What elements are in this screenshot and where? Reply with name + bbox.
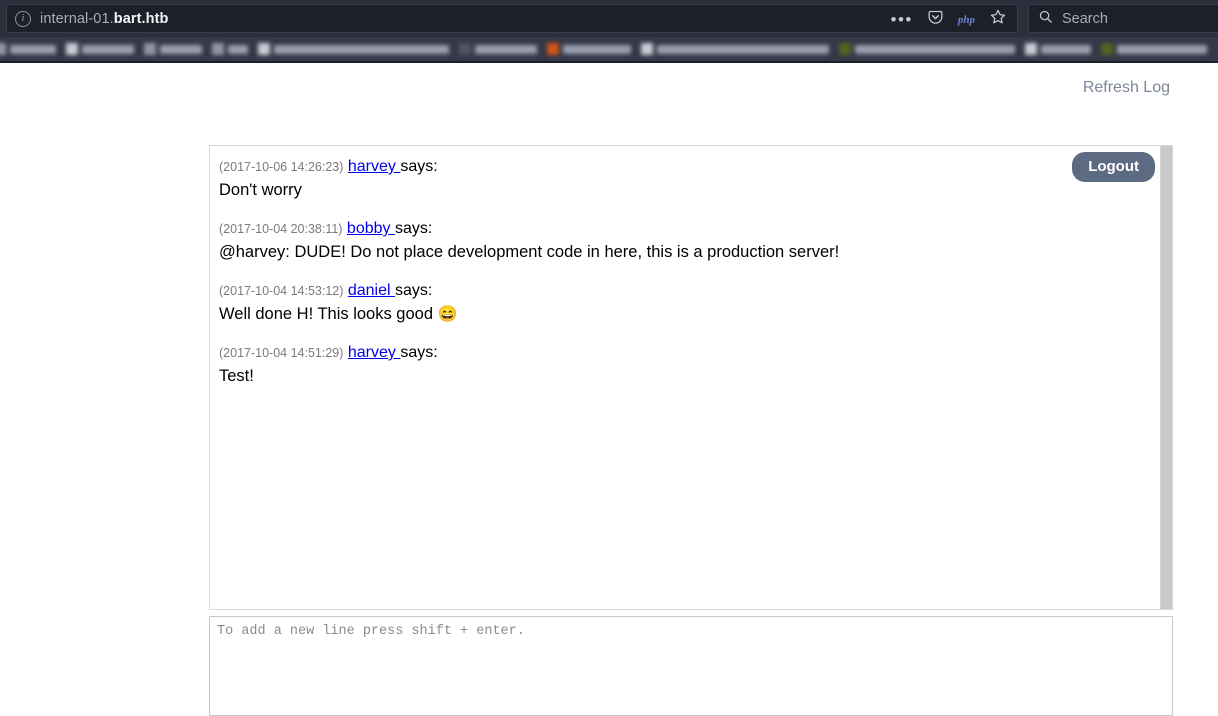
star-icon[interactable] <box>989 8 1007 31</box>
bookmark-label <box>1041 44 1091 54</box>
bookmark-favicon-icon <box>641 43 653 55</box>
bookmark-favicon-icon <box>547 43 559 55</box>
bookmark-favicon-icon <box>1025 43 1037 55</box>
bookmark-item[interactable] <box>547 37 631 61</box>
search-input-placeholder[interactable]: Search <box>1062 11 1108 27</box>
bookmark-item[interactable] <box>144 37 202 61</box>
bookmark-item[interactable] <box>641 37 829 61</box>
chat-message-body: Well done H! This looks good 😄 <box>219 305 458 323</box>
bookmarks-row <box>0 37 1207 61</box>
chat-message-header: (2017-10-04 20:38:11) bobby says: <box>219 219 1152 239</box>
chat-message-timestamp: (2017-10-04 14:53:12) <box>219 284 344 298</box>
refresh-log-link[interactable]: Refresh Log <box>1050 78 1170 98</box>
bookmark-favicon-icon <box>212 43 224 55</box>
chat-message-input[interactable] <box>209 616 1173 716</box>
bookmark-item[interactable] <box>459 37 537 61</box>
chat-message-username-link[interactable]: harvey <box>348 158 400 175</box>
bookmark-favicon-icon <box>144 43 156 55</box>
bookmark-label <box>657 44 829 54</box>
chat-message-timestamp: (2017-10-06 14:26:23) <box>219 160 344 174</box>
chat-message: (2017-10-06 14:26:23) harvey says: Don't … <box>219 157 1152 201</box>
bookmark-label <box>10 44 56 54</box>
chat-message: (2017-10-04 14:53:12) daniel says: Well d… <box>219 281 1152 325</box>
bookmark-label <box>82 44 134 54</box>
bookmark-favicon-icon <box>1101 43 1113 55</box>
bookmark-label <box>274 44 449 54</box>
bookmark-label <box>475 44 537 54</box>
bookmark-item[interactable] <box>1025 37 1091 61</box>
chat-message: (2017-10-04 14:51:29) harvey says: Test! <box>219 343 1152 387</box>
bookmark-item[interactable] <box>0 37 56 61</box>
bookmark-item[interactable] <box>1101 37 1207 61</box>
pocket-icon[interactable] <box>927 9 944 31</box>
url-bar-actions: ••• php <box>891 5 1007 34</box>
chat-message-username-link[interactable]: bobby <box>347 220 395 237</box>
chat-message-body: @harvey: DUDE! Do not place development … <box>219 243 840 261</box>
chat-message: (2017-10-04 20:38:11) bobby says: @harvey… <box>219 219 1152 263</box>
chat-message-emoji-icon: 😄 <box>437 306 458 323</box>
bookmark-label <box>160 44 202 54</box>
url-host: bart.htb <box>113 10 169 27</box>
chat-scrollbar[interactable] <box>1160 146 1172 609</box>
chat-message-body: Test! <box>219 367 254 385</box>
chat-message-username-link[interactable]: daniel <box>348 282 395 299</box>
bookmark-favicon-icon <box>66 43 78 55</box>
logout-button[interactable]: Logout <box>1072 152 1155 182</box>
chat-message-header: (2017-10-04 14:53:12) daniel says: <box>219 281 1152 301</box>
page-content: Refresh Log Logout (2017-10-06 14:26:23)… <box>0 63 1218 716</box>
bookmark-item[interactable] <box>66 37 134 61</box>
chat-message-header: (2017-10-06 14:26:23) harvey says: <box>219 157 1152 177</box>
chat-message-username-link[interactable]: harvey <box>348 344 400 361</box>
chat-message-says-label: says: <box>395 282 433 299</box>
browser-search-bar[interactable]: Search <box>1028 4 1218 33</box>
chat-message-timestamp: (2017-10-04 14:51:29) <box>219 346 344 360</box>
bookmark-favicon-icon <box>459 43 471 55</box>
browser-navigation-bar: i internal-01.bart.htb ••• php Search <box>0 0 1218 37</box>
bookmark-favicon-icon <box>0 43 6 55</box>
bookmark-label <box>1117 44 1207 54</box>
chat-message-body: Don't worry <box>219 181 302 199</box>
url-subdomain: internal-01. <box>40 10 114 27</box>
bookmark-label <box>228 44 248 54</box>
bookmark-label <box>563 44 631 54</box>
page-actions-ellipsis-icon[interactable]: ••• <box>891 11 913 28</box>
browser-chrome: i internal-01.bart.htb ••• php Search <box>0 0 1218 63</box>
chat-message-timestamp: (2017-10-04 20:38:11) <box>219 222 343 236</box>
bookmark-label <box>855 44 1015 54</box>
chat-log-container: (2017-10-06 14:26:23) harvey says: Don't … <box>209 145 1173 610</box>
chat-message-list: (2017-10-06 14:26:23) harvey says: Don't … <box>210 146 1162 609</box>
bookmark-favicon-icon <box>258 43 270 55</box>
bookmark-favicon-icon <box>839 43 851 55</box>
chat-message-header: (2017-10-04 14:51:29) harvey says: <box>219 343 1152 363</box>
bookmark-item[interactable] <box>212 37 248 61</box>
chat-message-says-label: says: <box>400 344 438 361</box>
php-indicator-icon[interactable]: php <box>958 14 975 26</box>
chat-message-says-label: says: <box>394 220 433 237</box>
site-info-icon[interactable]: i <box>15 10 31 27</box>
bookmark-item[interactable] <box>839 37 1015 61</box>
bookmarks-bar[interactable] <box>0 37 1218 61</box>
search-icon <box>1038 9 1053 29</box>
bookmark-item[interactable] <box>258 37 449 61</box>
url-text: internal-01.bart.htb <box>40 11 169 27</box>
url-bar[interactable]: i internal-01.bart.htb ••• php <box>6 4 1018 33</box>
chat-message-says-label: says: <box>400 158 438 175</box>
